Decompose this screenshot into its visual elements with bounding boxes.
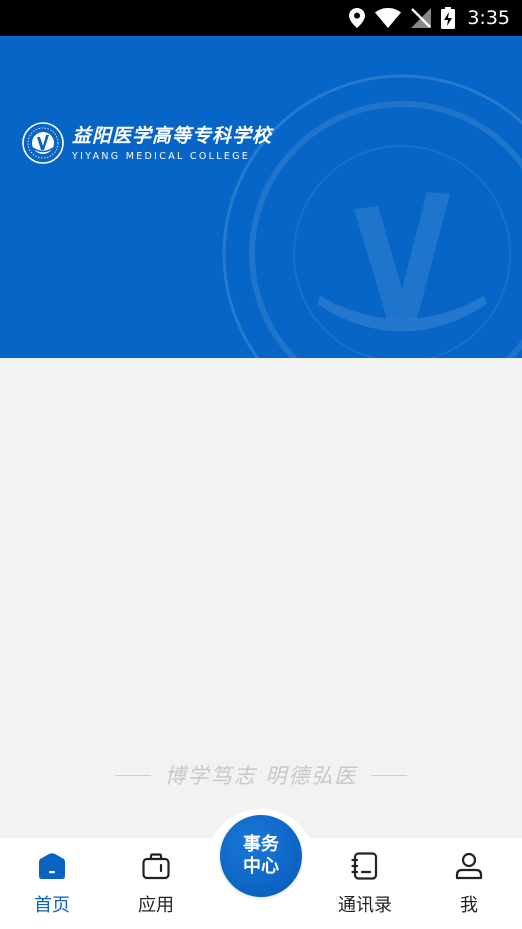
motto-divider-right	[371, 774, 408, 776]
tab-contacts[interactable]: 通讯录	[325, 850, 405, 917]
status-icons: 3:35	[349, 0, 510, 36]
tab-me-label: 我	[460, 895, 478, 916]
tab-apps-label: 应用	[138, 895, 174, 916]
tab-apps[interactable]: 应用	[116, 850, 196, 917]
person-icon	[455, 852, 483, 880]
tab-contacts-label: 通讯录	[338, 895, 392, 916]
tab-me[interactable]: 我	[429, 850, 509, 917]
motto-text: 博学笃志 明德弘医	[164, 764, 358, 788]
affairs-center-button[interactable]: 事务 中心	[220, 815, 302, 897]
wifi-icon	[375, 8, 402, 28]
school-motto: 博学笃志 明德弘医	[0, 760, 522, 790]
no-signal-icon	[411, 8, 432, 28]
battery-charging-icon	[441, 7, 456, 29]
school-name-chinese: 益阳医学高等专科学校	[72, 124, 273, 147]
school-seal-watermark-icon	[222, 74, 522, 358]
affairs-center-label-line2: 中心	[243, 856, 279, 877]
status-bar: 3:35	[0, 0, 522, 36]
school-name-english: YIYANG MEDICAL COLLEGE	[72, 150, 251, 162]
affairs-center-label-line1: 事务	[243, 834, 279, 855]
main-content: 博学笃志 明德弘医	[0, 358, 522, 838]
location-icon	[349, 8, 366, 28]
tab-home-label: 首页	[34, 895, 70, 916]
school-emblem-icon	[22, 122, 64, 164]
home-icon	[39, 853, 65, 879]
briefcase-icon	[142, 853, 170, 880]
contacts-book-icon	[351, 852, 378, 880]
header-banner: 益阳医学高等专科学校 YIYANG MEDICAL COLLEGE	[0, 36, 522, 358]
tab-home[interactable]: 首页	[12, 850, 92, 917]
status-time: 3:35	[467, 7, 510, 29]
school-logo: 益阳医学高等专科学校 YIYANG MEDICAL COLLEGE	[22, 122, 272, 164]
motto-divider-left	[114, 774, 151, 776]
